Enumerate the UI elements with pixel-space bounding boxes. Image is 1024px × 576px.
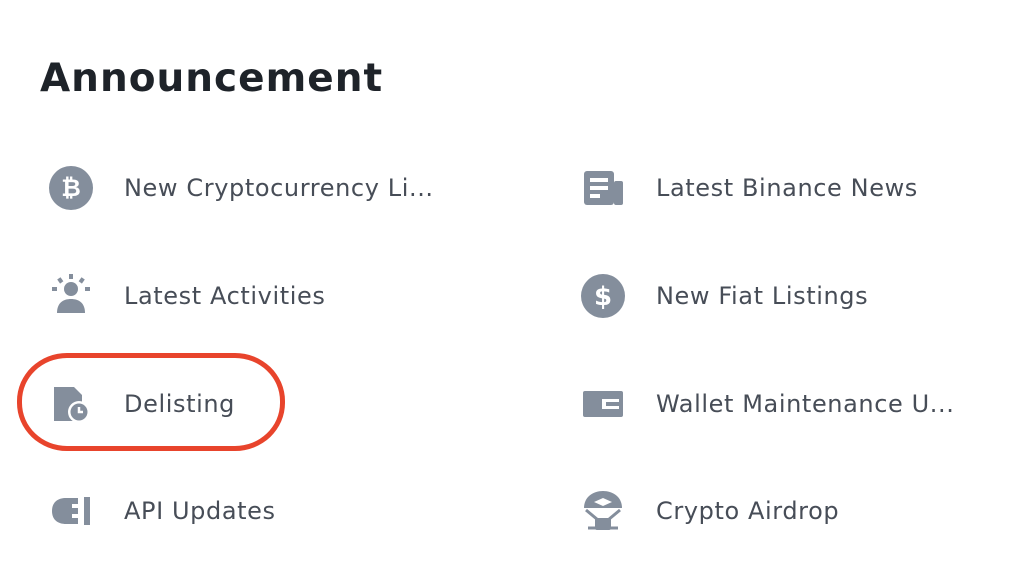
item-new-fiat-listings[interactable]: $ New Fiat Listings [580,266,868,326]
item-label: Crypto Airdrop [656,497,840,525]
item-crypto-airdrop[interactable]: Crypto Airdrop [580,481,839,541]
page-title: Announcement [40,56,384,101]
item-label: New Cryptocurrency Li... [124,174,434,202]
item-label: Delisting [124,390,236,418]
svg-text:₿: ₿ [61,174,81,202]
people-icon [48,273,94,319]
item-new-cryptocurrency-listing[interactable]: ₿ New Cryptocurrency Li... [48,158,434,218]
item-label: Wallet Maintenance U... [656,390,955,418]
announcement-page: Announcement ₿ New Cryptocurrency Li... … [0,0,1024,576]
svg-text:$: $ [594,282,612,312]
item-label: New Fiat Listings [656,282,869,310]
delisting-clock-icon [48,381,94,427]
item-label: Latest Activities [124,282,326,310]
item-api-updates[interactable]: API Updates [48,481,276,541]
item-label: API Updates [124,497,276,525]
item-latest-binance-news[interactable]: Latest Binance News [580,158,918,218]
airdrop-icon [580,488,626,534]
item-label: Latest Binance News [656,174,918,202]
item-wallet-maintenance-updates[interactable]: Wallet Maintenance U... [580,374,954,434]
news-icon [580,165,626,211]
plug-icon [48,488,94,534]
bitcoin-icon: ₿ [48,165,94,211]
wallet-icon [580,381,626,427]
item-latest-activities[interactable]: Latest Activities [48,266,326,326]
item-delisting[interactable]: Delisting [48,374,235,434]
dollar-icon: $ [580,273,626,319]
